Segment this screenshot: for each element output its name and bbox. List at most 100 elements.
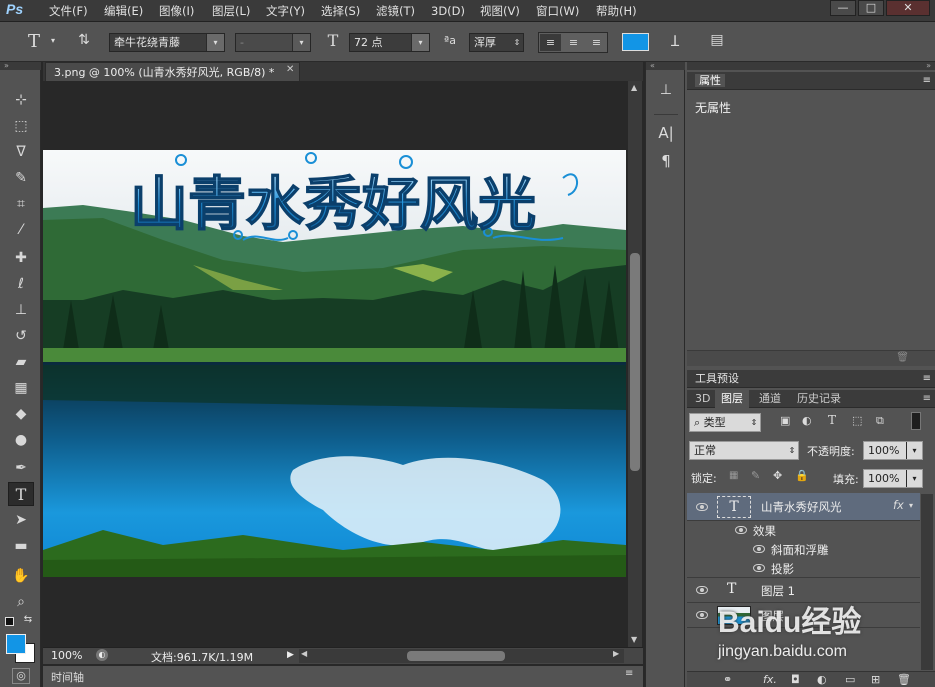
properties-tab[interactable]: 属性 (695, 74, 725, 87)
path-selection-tool-icon[interactable]: ➤ (8, 508, 34, 532)
filter-pixel-icon[interactable]: ▣ (780, 414, 790, 427)
tab-layers[interactable]: 图层 (715, 390, 749, 408)
menu-filter[interactable]: 滤镜(T) (376, 3, 415, 19)
minimize-button[interactable]: — (830, 0, 856, 16)
align-right-icon[interactable]: ≡ (586, 34, 607, 51)
effect-drop-shadow-row[interactable]: 投影 (687, 559, 920, 578)
layer-name[interactable]: 山青水秀好风光 (761, 499, 842, 515)
share-icon[interactable]: ◐ (96, 649, 108, 661)
adjustment-layer-icon[interactable]: ◐ (817, 673, 827, 686)
lock-pixels-icon[interactable]: ✎ (751, 469, 760, 482)
crop-tool-icon[interactable]: ⌗ (8, 192, 34, 216)
visibility-eye-icon[interactable] (735, 526, 747, 534)
character-panel-icon[interactable]: ▤ (706, 32, 728, 52)
menu-image[interactable]: 图像(I) (159, 3, 194, 19)
menu-select[interactable]: 选择(S) (321, 3, 360, 19)
tool-presets-tab[interactable]: 工具预设 (695, 372, 739, 385)
brush-tool-icon[interactable]: ℓ (8, 272, 34, 296)
menu-file[interactable]: 文件(F) (49, 3, 88, 19)
type-tool-active-icon[interactable]: T (8, 482, 34, 506)
trash-icon[interactable]: 🗑 (897, 673, 911, 686)
hand-tool-icon[interactable]: ✋ (8, 564, 34, 588)
collapse-icon[interactable]: » (687, 62, 935, 70)
font-style-select[interactable]: - ▾ (235, 33, 311, 52)
visibility-eye-icon[interactable] (753, 545, 765, 553)
collapse-icon[interactable]: « (646, 62, 686, 70)
blend-mode-select[interactable]: 正常 ⇕ (689, 441, 799, 460)
menu-window[interactable]: 窗口(W) (536, 3, 579, 19)
close-button[interactable]: ✕ (886, 0, 930, 16)
menu-layer[interactable]: 图层(L) (212, 3, 250, 19)
new-layer-icon[interactable]: ⊞ (871, 673, 880, 686)
fill-input[interactable]: 100% ▾ (863, 469, 923, 488)
close-tab-icon[interactable]: ✕ (286, 64, 298, 75)
lock-position-icon[interactable]: ✥ (773, 469, 782, 482)
type-tool-icon[interactable]: T (22, 31, 46, 52)
font-size-select[interactable]: 72 点 ▾ (349, 33, 430, 52)
add-style-icon[interactable]: fx. (763, 673, 777, 686)
move-tool-icon[interactable]: ⊹ (8, 88, 34, 112)
add-mask-icon[interactable]: ◘ (791, 673, 800, 686)
layer-filter-select[interactable]: ⌕ 类型 ⇕ (689, 413, 761, 432)
filter-toggle[interactable] (911, 412, 921, 430)
menu-3d[interactable]: 3D(D) (431, 3, 465, 19)
layers-scrollbar[interactable] (921, 494, 933, 670)
dodge-tool-icon[interactable]: ● (8, 428, 34, 452)
swap-colors-icon[interactable]: ⇆ (22, 614, 34, 625)
link-layers-icon[interactable]: ⚭ (723, 673, 732, 686)
tool-preset-dropdown-icon[interactable]: ▾ (48, 36, 58, 45)
panel-menu-icon[interactable]: ≡ (625, 668, 633, 679)
filter-shape-icon[interactable]: ⬚ (852, 414, 862, 427)
zoom-tool-icon[interactable]: ⌕ (8, 590, 34, 614)
h-scroll-thumb[interactable] (407, 651, 505, 661)
healing-brush-tool-icon[interactable]: ✚ (8, 246, 34, 270)
timeline-tab[interactable]: 时间轴 (51, 669, 84, 685)
filter-smart-object-icon[interactable]: ⧉ (876, 414, 884, 428)
warp-text-icon[interactable]: Ʇ (664, 31, 686, 51)
visibility-eye-icon[interactable] (696, 611, 708, 619)
clone-stamp-tool-icon[interactable]: ⊥ (8, 298, 34, 322)
foreground-color-swatch[interactable] (6, 634, 26, 654)
new-group-icon[interactable]: ▭ (845, 673, 855, 686)
gradient-tool-icon[interactable]: ▦ (8, 376, 34, 400)
scroll-right-icon[interactable]: ▶ (613, 649, 619, 658)
vertical-scrollbar[interactable]: ▲ ▼ (628, 81, 642, 647)
align-left-icon[interactable]: ≡ (540, 34, 561, 51)
tab-3d[interactable]: 3D (689, 390, 716, 408)
document-tab[interactable]: 3.png @ 100% (山青水秀好风光, RGB/8) * (45, 62, 300, 81)
scroll-down-icon[interactable]: ▼ (631, 635, 637, 644)
quick-mask-icon[interactable]: ◎ (12, 668, 30, 684)
effects-row[interactable]: 效果 (687, 521, 920, 540)
eyedropper-tool-icon[interactable]: ⁄ (8, 218, 34, 242)
tab-channels[interactable]: 通道 (753, 390, 787, 408)
paragraph-icon[interactable]: ¶ (654, 152, 678, 174)
pen-tool-icon[interactable]: ✒ (8, 456, 34, 480)
restore-button[interactable]: □ (858, 0, 884, 16)
font-family-select[interactable]: 牵牛花绕青藤 ▾ (109, 33, 225, 52)
scroll-up-icon[interactable]: ▲ (631, 83, 637, 92)
collapse-icon[interactable]: » (0, 62, 41, 70)
lock-all-icon[interactable]: 🔒 (795, 469, 809, 482)
tab-history[interactable]: 历史记录 (791, 390, 847, 408)
lock-transparent-icon[interactable]: ▦ (729, 470, 738, 481)
scroll-left-icon[interactable]: ◀ (301, 649, 307, 658)
marquee-tool-icon[interactable]: ⬚ (8, 114, 34, 138)
zoom-level[interactable]: 100% (51, 649, 82, 662)
character-icon[interactable]: A| (654, 124, 678, 146)
text-color-swatch[interactable] (622, 33, 649, 51)
anti-alias-select[interactable]: 浑厚 ⇕ (469, 33, 524, 52)
blur-tool-icon[interactable]: ◆ (8, 402, 34, 426)
tool-presets-icon[interactable]: ⊥ (654, 82, 678, 104)
visibility-eye-icon[interactable] (753, 564, 765, 572)
effect-bevel-row[interactable]: 斜面和浮雕 (687, 540, 920, 559)
panel-menu-icon[interactable]: ≡ (923, 370, 931, 388)
expand-effects-icon[interactable]: ▾ (909, 501, 913, 510)
canvas-image[interactable]: 山青水秀好风光 (43, 150, 626, 577)
quick-select-tool-icon[interactable]: ✎ (8, 166, 34, 190)
opacity-input[interactable]: 100% ▾ (863, 441, 923, 460)
align-center-icon[interactable]: ≡ (563, 34, 584, 51)
history-brush-tool-icon[interactable]: ↺ (8, 324, 34, 348)
toggle-orientation-icon[interactable]: ⇅ (73, 32, 95, 52)
trash-icon[interactable]: 🗑 (896, 352, 909, 363)
filter-type-icon[interactable]: T (828, 413, 836, 427)
